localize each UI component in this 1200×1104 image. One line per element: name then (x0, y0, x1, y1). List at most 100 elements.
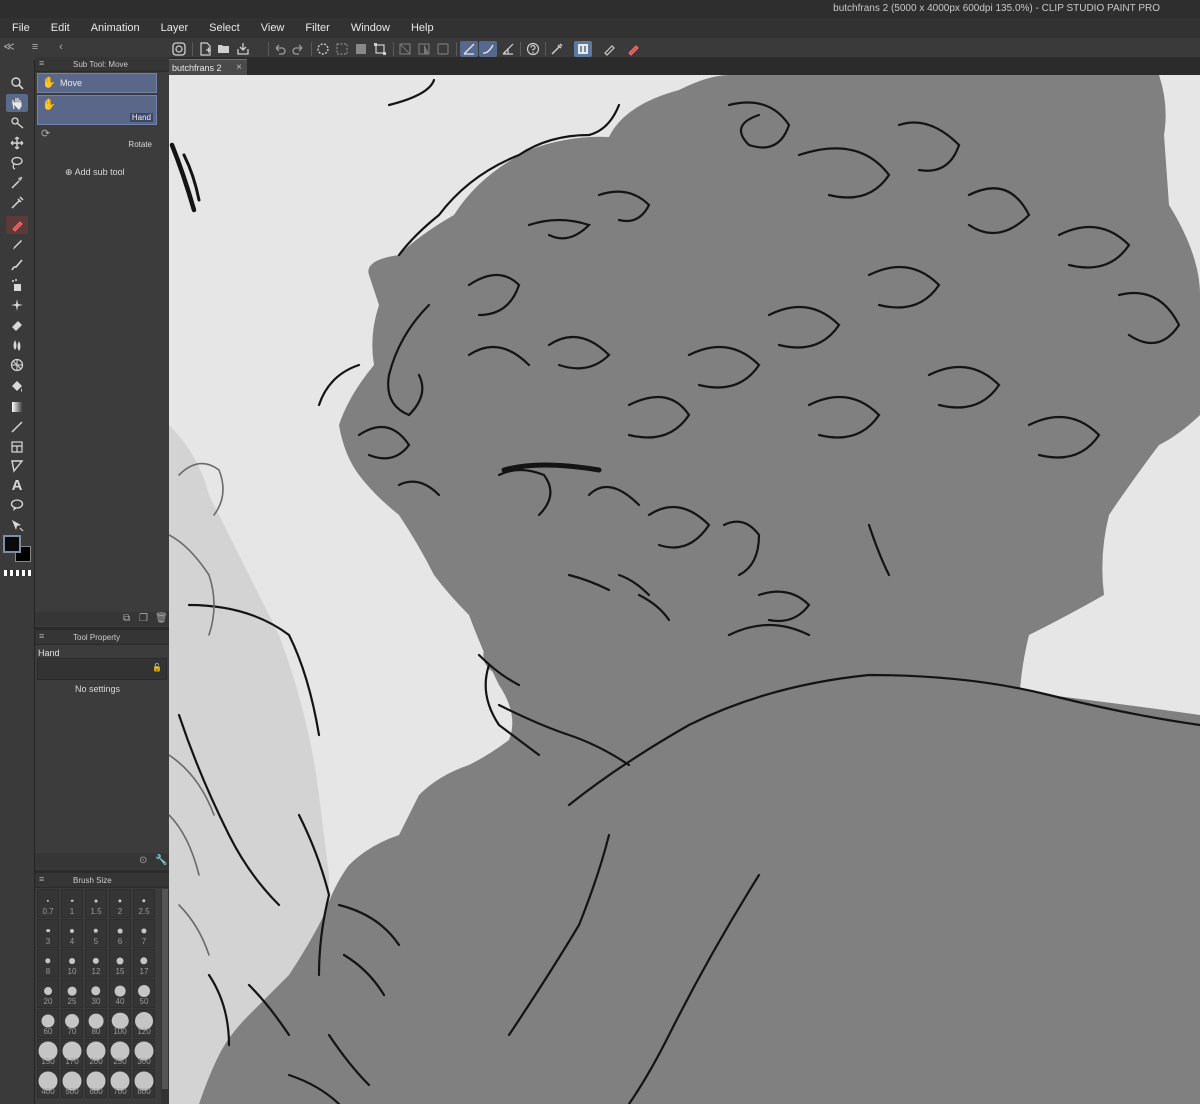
brush-size-option[interactable]: 500 (61, 1069, 83, 1098)
lasso-tool-icon[interactable] (6, 154, 28, 172)
brush-size-option[interactable]: 12 (85, 949, 107, 978)
menu-edit[interactable]: Edit (39, 18, 79, 38)
selection-border-icon[interactable] (415, 41, 433, 57)
pen-tool-icon[interactable] (6, 216, 28, 234)
menu-filter[interactable]: Filter (293, 18, 338, 38)
wrench-icon[interactable]: 🔧 (155, 855, 167, 866)
brush-size-option[interactable]: 70 (61, 1009, 83, 1038)
zoom-tool-icon[interactable] (6, 74, 28, 92)
brush-size-option[interactable]: 6 (109, 919, 131, 948)
snap-ruler-icon[interactable] (460, 41, 478, 57)
brush-size-option[interactable]: 200 (85, 1039, 107, 1068)
fill-tool-icon[interactable] (6, 378, 28, 396)
brush-size-option[interactable]: 120 (133, 1009, 155, 1038)
brush-size-option[interactable]: 20 (37, 979, 59, 1008)
auto-select-tool-icon[interactable] (6, 174, 28, 192)
reset-icon[interactable]: ⊙ (139, 855, 147, 866)
eyedropper-tool-icon[interactable] (6, 194, 28, 212)
collapse-panels-button[interactable]: ≪ (2, 40, 16, 54)
main-color-swatch[interactable] (3, 535, 21, 553)
snap-grid-icon[interactable] (499, 41, 517, 57)
brush-size-option[interactable]: 4 (61, 919, 83, 948)
brush-size-option[interactable]: 60 (37, 1009, 59, 1038)
menu-icon[interactable]: ≡ (39, 631, 44, 641)
transform-icon[interactable] (352, 41, 370, 57)
save-icon[interactable] (234, 41, 252, 57)
brush-size-option[interactable]: 150 (37, 1039, 59, 1068)
menu-icon[interactable]: ≡ (39, 874, 44, 884)
brush-size-option[interactable]: 700 (109, 1069, 131, 1098)
menu-layer[interactable]: Layer (149, 18, 198, 38)
brush-tool-icon[interactable] (6, 256, 28, 274)
brush-size-option[interactable]: 1.5 (85, 889, 107, 918)
panel-menu-button[interactable]: ≡ (28, 40, 42, 54)
frame-tool-icon[interactable] (6, 438, 28, 456)
brush-size-option[interactable]: 10 (61, 949, 83, 978)
brush-size-option[interactable]: 2 (109, 889, 131, 918)
brush-size-option[interactable]: 170 (61, 1039, 83, 1068)
transparent-color-swatch[interactable] (4, 570, 32, 576)
add-sub-tool-button[interactable]: ⊕ Add sub tool (65, 167, 125, 178)
document-tab[interactable]: butchfrans 2 × (169, 59, 247, 76)
snap-special-ruler-icon[interactable] (479, 41, 497, 57)
eyedropper-icon[interactable] (548, 41, 566, 57)
brush-size-option[interactable]: 50 (133, 979, 155, 1008)
brush-size-option[interactable]: 600 (85, 1069, 107, 1098)
menu-icon[interactable]: ≡ (39, 58, 44, 68)
gradient-tool-icon[interactable] (6, 398, 28, 416)
menu-select[interactable]: Select (197, 18, 249, 38)
close-icon[interactable]: × (236, 62, 242, 73)
figure-tool-icon[interactable] (6, 356, 28, 374)
eraser-tool-icon[interactable] (6, 316, 28, 334)
brush-size-option[interactable]: 17 (133, 949, 155, 978)
trash-icon[interactable]: 🗑 (155, 613, 168, 624)
brush-size-option[interactable]: 300 (133, 1039, 155, 1068)
line-tool-icon[interactable] (6, 418, 28, 436)
pencil-tool-icon[interactable] (6, 236, 28, 254)
settings-icon[interactable] (574, 41, 592, 57)
brush-size-option[interactable]: 15 (109, 949, 131, 978)
pen-icon[interactable] (600, 41, 618, 57)
undo-icon[interactable] (271, 41, 289, 57)
hand-tool-icon[interactable] (6, 94, 28, 112)
correct-line-tool-icon[interactable] (6, 516, 28, 534)
cut-icon[interactable] (333, 41, 351, 57)
copy-subtool-icon[interactable]: ⧉ (123, 613, 130, 624)
brush-size-option[interactable]: 100 (109, 1009, 131, 1038)
expand-panel-button[interactable]: ‹ (54, 40, 68, 54)
brush-size-option[interactable]: 250 (109, 1039, 131, 1068)
lock-icon[interactable]: 🔓 (152, 663, 162, 672)
subtool-group-tab[interactable]: ✋ Move (37, 73, 157, 93)
scrollbar-thumb[interactable] (162, 889, 168, 1089)
text-tool-icon[interactable]: A (6, 476, 28, 494)
selection-launcher-icon[interactable] (434, 41, 452, 57)
menu-animation[interactable]: Animation (79, 18, 149, 38)
brush-size-option[interactable]: 400 (37, 1069, 59, 1098)
new-file-icon[interactable] (196, 41, 214, 57)
brush-size-option[interactable]: 0.7 (37, 889, 59, 918)
subtool-item-rotate[interactable]: ⟳ Rotate (37, 125, 155, 151)
brush-size-option[interactable]: 25 (61, 979, 83, 1008)
menu-window[interactable]: Window (339, 18, 399, 38)
brush-size-option[interactable]: 40 (109, 979, 131, 1008)
clear-icon[interactable] (314, 41, 332, 57)
brush-size-option[interactable]: 3 (37, 919, 59, 948)
subtool-item-hand[interactable]: ✋ Hand (37, 95, 157, 125)
brush-size-option[interactable]: 5 (85, 919, 107, 948)
duplicate-subtool-icon[interactable]: ❐ (139, 613, 148, 624)
menu-view[interactable]: View (249, 18, 294, 38)
move-tool-icon[interactable] (6, 134, 28, 152)
redo-icon[interactable] (289, 41, 307, 57)
drawing-canvas[interactable] (169, 75, 1200, 1104)
brush-size-scrollbar[interactable] (161, 889, 169, 1104)
brush-size-option[interactable]: 80 (85, 1009, 107, 1038)
menu-help[interactable]: Help (399, 18, 443, 38)
menu-file[interactable]: File (0, 18, 39, 38)
deselect-icon[interactable] (371, 41, 389, 57)
help-icon[interactable] (524, 41, 542, 57)
brush-size-option[interactable]: 2.5 (133, 889, 155, 918)
blend-tool-icon[interactable] (6, 336, 28, 354)
brush-size-option[interactable]: 1 (61, 889, 83, 918)
operation-tool-icon[interactable] (6, 114, 28, 132)
open-icon[interactable] (215, 41, 233, 57)
